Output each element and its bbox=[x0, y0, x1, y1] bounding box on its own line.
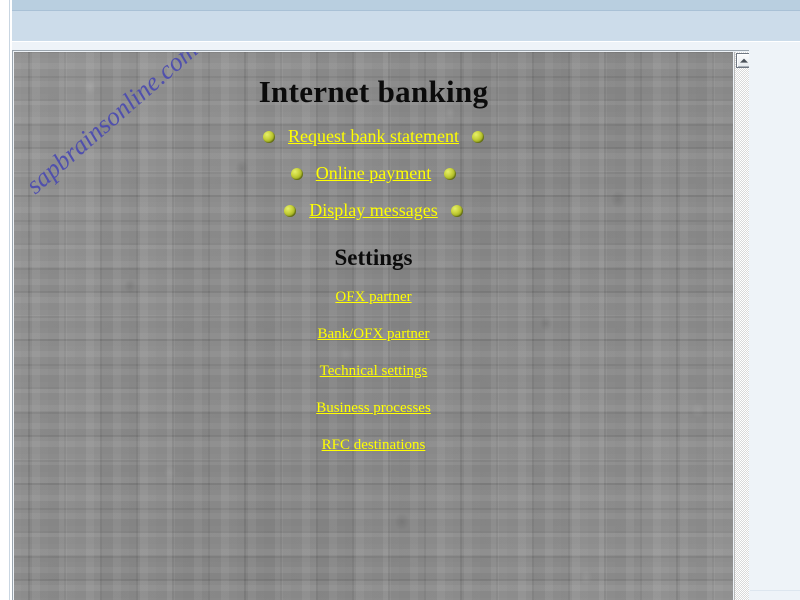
green-sphere-bullet-icon bbox=[284, 204, 297, 217]
vertical-scrollbar[interactable] bbox=[734, 52, 749, 600]
menu-row-request-bank-statement: Request bank statement bbox=[14, 126, 733, 147]
green-sphere-bullet-icon bbox=[471, 130, 484, 143]
green-sphere-bullet-icon bbox=[290, 167, 303, 180]
browser-content-frame: sapbrainsonline.com Internet banking Req… bbox=[12, 50, 749, 600]
link-technical-settings[interactable]: Technical settings bbox=[14, 363, 733, 380]
application-window: sapbrainsonline.com Internet banking Req… bbox=[0, 0, 800, 600]
triangle-up-icon bbox=[739, 58, 748, 63]
link-bank-ofx-partner[interactable]: Bank/OFX partner bbox=[14, 326, 733, 343]
toolbar-content-gap bbox=[12, 42, 800, 50]
green-sphere-bullet-icon bbox=[444, 167, 457, 180]
toolbar-main-band bbox=[12, 12, 800, 42]
toolbar-upper-band bbox=[12, 0, 800, 11]
link-ofx-partner[interactable]: OFX partner bbox=[14, 289, 733, 306]
link-rfc-destinations[interactable]: RFC destinations bbox=[14, 437, 733, 454]
document-area: sapbrainsonline.com Internet banking Req… bbox=[12, 50, 800, 600]
link-display-messages[interactable]: Display messages bbox=[309, 200, 437, 221]
scroll-up-button[interactable] bbox=[736, 53, 749, 68]
settings-heading: Settings bbox=[334, 245, 413, 270]
green-sphere-bullet-icon bbox=[263, 130, 276, 143]
right-pane-divider bbox=[750, 590, 800, 591]
menu-row-display-messages: Display messages bbox=[14, 200, 733, 221]
web-page-canvas: sapbrainsonline.com Internet banking Req… bbox=[14, 52, 733, 600]
menu-row-online-payment: Online payment bbox=[14, 163, 733, 184]
page-title: Internet banking bbox=[258, 74, 489, 109]
page-content: Internet banking Request bank statement … bbox=[14, 52, 733, 454]
link-online-payment[interactable]: Online payment bbox=[316, 163, 431, 184]
green-sphere-bullet-icon bbox=[450, 204, 463, 217]
window-left-gutter bbox=[0, 0, 10, 600]
link-request-bank-statement[interactable]: Request bank statement bbox=[288, 126, 459, 147]
right-empty-pane bbox=[750, 50, 800, 600]
link-business-processes[interactable]: Business processes bbox=[14, 400, 733, 417]
sap-gui-toolbar bbox=[12, 0, 800, 42]
